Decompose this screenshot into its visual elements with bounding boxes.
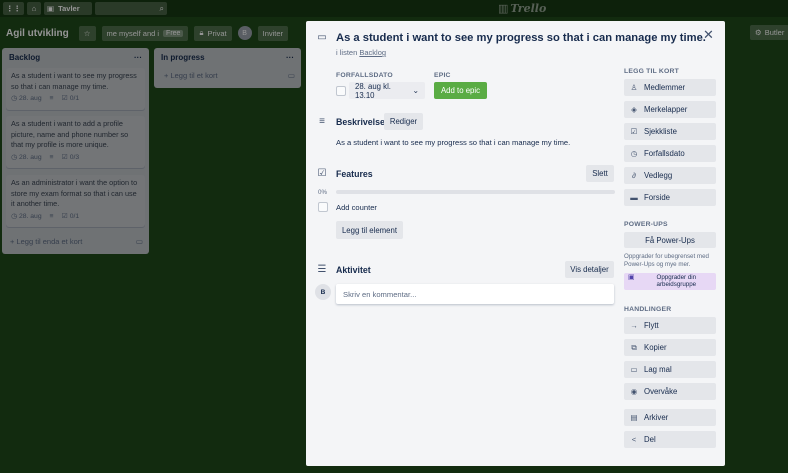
eye-icon: ◉: [630, 387, 638, 396]
arrow-right-icon: →: [630, 321, 638, 330]
archive-button[interactable]: ▤ Arkiver: [624, 409, 716, 426]
description-icon: ≡: [319, 116, 325, 127]
get-powerups-button[interactable]: Få Power-Ups: [624, 232, 716, 248]
cover-icon: ▬: [630, 193, 638, 202]
share-icon: <: [631, 435, 637, 444]
due-date-sidebar-button[interactable]: ◷ Forfallsdato: [624, 145, 716, 162]
members-button[interactable]: ♙ Medlemmer: [624, 79, 716, 96]
add-to-card-label: LEGG TIL KORT: [624, 68, 679, 75]
due-complete-checkbox[interactable]: [336, 86, 346, 96]
checklist-item-label[interactable]: Add counter: [336, 203, 377, 212]
clock-icon: ◷: [630, 149, 638, 158]
share-button[interactable]: < Del: [624, 431, 716, 448]
show-details-button[interactable]: Vis detaljer: [565, 261, 614, 278]
edit-description-button[interactable]: Rediger: [384, 113, 423, 130]
powerups-upgrade-text: Oppgrader for ubegrenset med Power-Ups o…: [624, 253, 709, 268]
archive-icon: ▤: [630, 413, 638, 422]
card-icon: ▭: [317, 32, 327, 43]
labels-button[interactable]: ◈ Merkelapper: [624, 101, 716, 118]
due-date-label: FORFALLSDATO: [336, 72, 393, 79]
cover-button[interactable]: ▬ Forside: [624, 189, 716, 206]
description-text[interactable]: As a student i want to see my progress s…: [336, 138, 570, 147]
add-to-epic-button[interactable]: Add to epic: [434, 82, 487, 99]
template-icon: ▭: [630, 365, 638, 374]
description-title: Beskrivelse: [336, 117, 385, 127]
checklist-icon: ☑: [317, 168, 327, 179]
person-icon: ♙: [630, 83, 638, 92]
card-list-reference: i listen Backlog: [336, 48, 387, 57]
user-avatar: B: [315, 284, 331, 300]
delete-checklist-button[interactable]: Slett: [586, 165, 614, 182]
epic-label: EPIC: [434, 72, 451, 79]
make-template-button[interactable]: ▭ Lag mal: [624, 361, 716, 378]
powerups-label: POWER-UPS: [624, 221, 668, 228]
move-button[interactable]: → Flytt: [624, 317, 716, 334]
tag-icon: ◈: [631, 105, 637, 114]
checklist-item-checkbox[interactable]: [318, 202, 328, 212]
checklist-button[interactable]: ☑ Sjekkliste: [624, 123, 716, 140]
checklist-progress-bar: [336, 190, 615, 194]
checklist-icon: ☑: [630, 127, 638, 136]
actions-label: HANDLINGER: [624, 306, 672, 313]
watch-button[interactable]: ◉ Overvåke: [624, 383, 716, 400]
chevron-down-icon: ⌄: [412, 86, 419, 95]
activity-icon: ☰: [317, 264, 327, 275]
list-link[interactable]: Backlog: [359, 48, 386, 57]
close-icon[interactable]: ✕: [703, 27, 714, 43]
upgrade-team-button[interactable]: ▣ Oppgrader din arbeidsgruppe: [624, 273, 716, 290]
attachment-button[interactable]: ∂ Vedlegg: [624, 167, 716, 184]
due-date-button[interactable]: 28. aug kl. 13.10 ⌄: [349, 81, 425, 100]
paperclip-icon: ∂: [632, 171, 636, 180]
upgrade-icon: ▣: [628, 274, 635, 281]
copy-button[interactable]: ⧉ Kopier: [624, 339, 716, 356]
due-date-value: 28. aug kl. 13.10: [355, 81, 391, 100]
checklist-title[interactable]: Features: [336, 169, 373, 179]
card-detail-title[interactable]: As a student i want to see my progress s…: [336, 32, 706, 44]
card-detail-modal: ▭ As a student i want to see my progress…: [306, 21, 725, 466]
comment-input[interactable]: Skriv en kommentar...: [336, 284, 614, 304]
copy-icon: ⧉: [631, 342, 637, 352]
checklist-progress-percent: 0%: [318, 189, 327, 196]
add-checklist-item-button[interactable]: Legg til element: [336, 221, 403, 239]
activity-title: Aktivitet: [336, 265, 371, 275]
